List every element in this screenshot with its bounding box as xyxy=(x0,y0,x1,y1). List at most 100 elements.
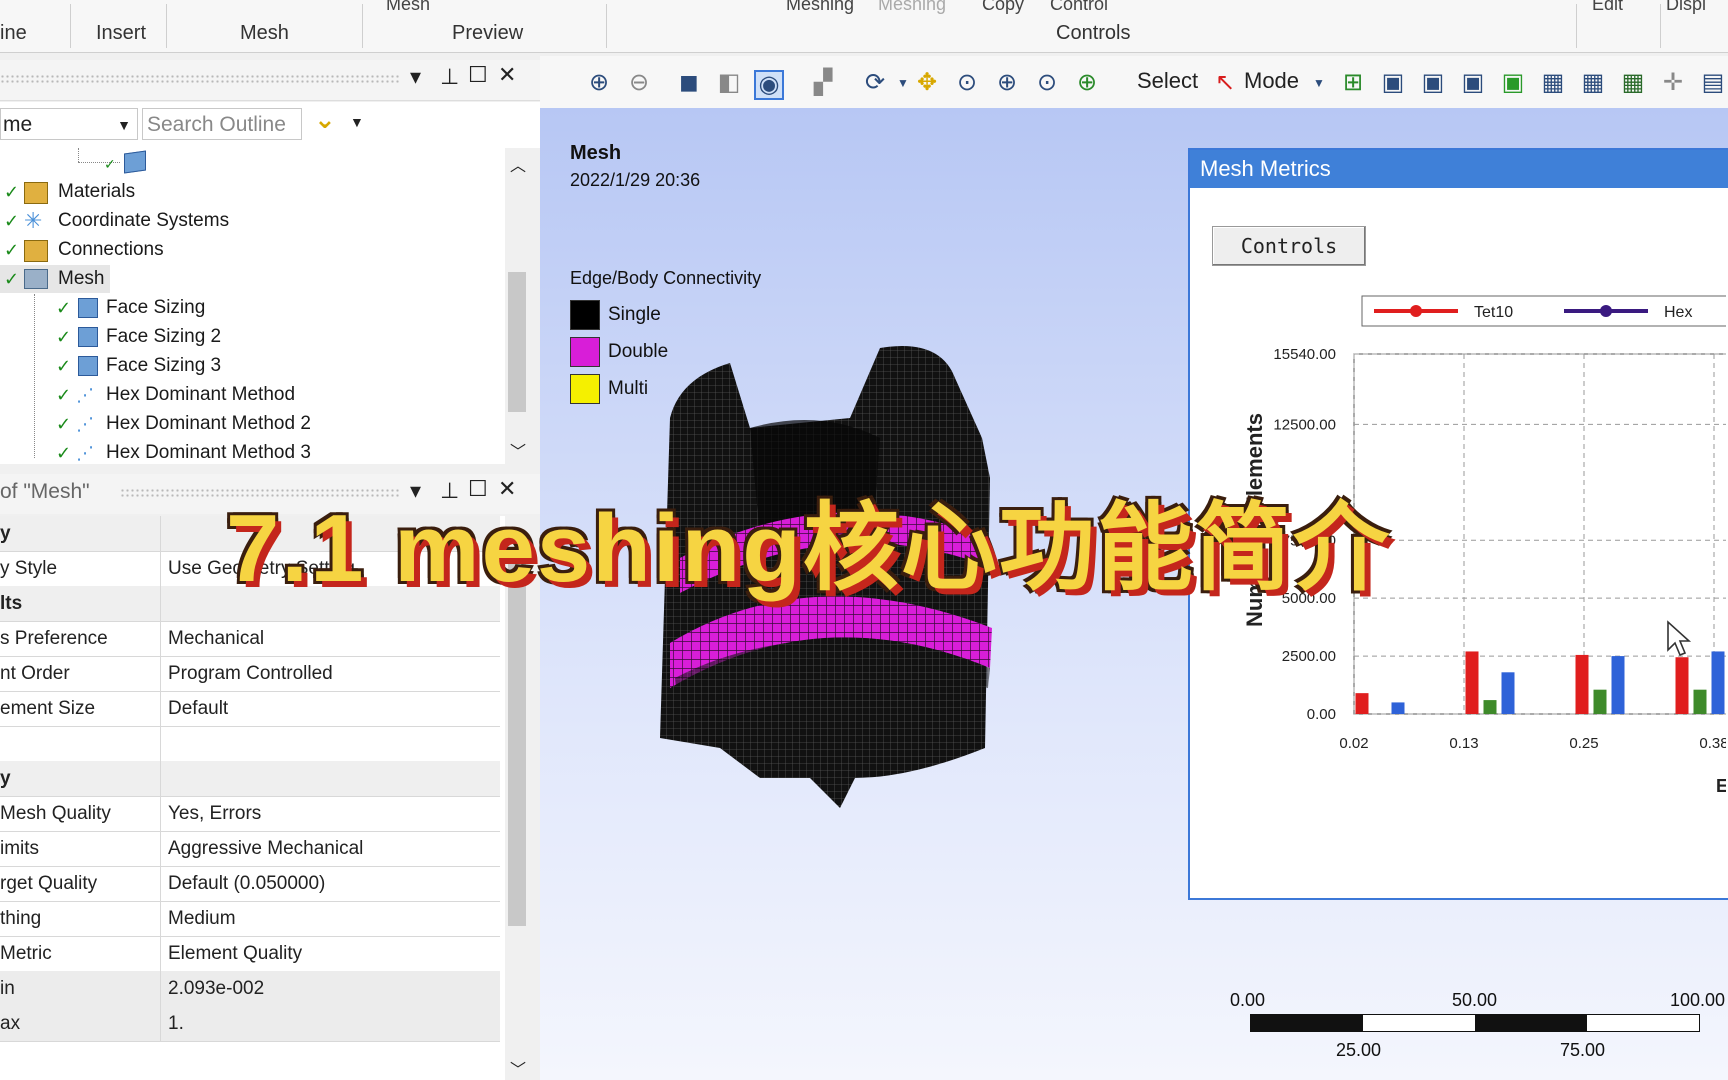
property-value[interactable]: Default xyxy=(168,691,228,726)
details-property-row[interactable]: rget Quality Default (0.050000) xyxy=(0,866,500,902)
close-icon[interactable]: ✕ xyxy=(498,62,516,88)
property-value[interactable]: Aggressive Mechanical xyxy=(168,831,363,866)
ribbon-control-label[interactable]: Control xyxy=(1050,0,1108,15)
connections-folder-icon xyxy=(24,240,48,262)
select-cursor-icon[interactable]: ↖ xyxy=(1212,70,1238,96)
details-property-row[interactable]: ement Size Default xyxy=(0,691,500,727)
controls-button[interactable]: Controls xyxy=(1212,226,1366,266)
search-outline-input[interactable]: Search Outline xyxy=(142,108,302,140)
zoom-fit-icon[interactable]: ⊙ xyxy=(1034,70,1060,96)
property-value[interactable]: Medium xyxy=(168,901,236,936)
dropdown-arrow-icon[interactable]: ▼ xyxy=(350,114,364,130)
y-tick-label: 12500.00 xyxy=(1273,416,1336,433)
select-body-icon[interactable]: ▣ xyxy=(1460,70,1486,96)
property-key: Metric xyxy=(0,936,161,971)
ribbon-group-controls: Controls xyxy=(1056,22,1131,44)
select-edge-icon[interactable]: ▣ xyxy=(1380,70,1406,96)
property-value[interactable]: Mechanical xyxy=(168,621,264,656)
property-key: y xyxy=(0,516,161,551)
dropdown-arrow-icon[interactable]: ▾ xyxy=(410,64,421,90)
dropdown-arrow-icon[interactable]: ▼ xyxy=(1306,70,1332,96)
ribbon-copy-label[interactable]: Copy xyxy=(982,0,1024,15)
scroll-thumb[interactable] xyxy=(508,272,526,412)
bar-red xyxy=(1465,651,1479,714)
details-property-row[interactable]: in 2.093e-002 xyxy=(0,971,500,1007)
select-mesh-icon[interactable]: ▦ xyxy=(1620,70,1646,96)
x-axis-label: E xyxy=(1716,776,1726,796)
property-key: Mesh Quality xyxy=(0,796,161,831)
select-vertex-icon[interactable]: ⊞ xyxy=(1340,70,1366,96)
property-value[interactable]: Element Quality xyxy=(168,936,302,971)
explode-view-icon[interactable]: ▞ xyxy=(810,70,836,96)
scroll-down-icon[interactable]: ﹀ xyxy=(510,438,526,462)
zoom-selection-icon[interactable]: ⊕ xyxy=(1074,70,1100,96)
chevron-down-icon[interactable]: ▼ xyxy=(117,109,131,141)
scroll-up-icon[interactable]: ︿ xyxy=(510,152,526,176)
viewport-title: Mesh xyxy=(570,142,622,164)
zoom-out-icon[interactable]: ⊖ xyxy=(626,70,652,96)
details-property-row[interactable] xyxy=(0,726,500,762)
pin-icon[interactable]: ⊥ xyxy=(440,64,459,90)
zoom-box-icon[interactable]: ⊕ xyxy=(994,70,1020,96)
zoom-in-icon[interactable]: ⊕ xyxy=(586,70,612,96)
extend-selection-icon[interactable]: ▤ xyxy=(1700,70,1726,96)
details-property-row[interactable]: s Preference Mechanical xyxy=(0,621,500,657)
property-value: 2.093e-002 xyxy=(168,978,265,999)
scale-segment xyxy=(1251,1015,1363,1031)
outline-panel-header: ▾ ⊥ ☐ ✕ xyxy=(0,60,540,101)
details-property-row[interactable]: imits Aggressive Mechanical xyxy=(0,831,500,867)
ribbon-meshing-label[interactable]: Meshing xyxy=(786,0,854,15)
details-property-row[interactable]: Metric Element Quality xyxy=(0,936,500,972)
ribbon-edit-label[interactable]: Edit xyxy=(1592,0,1623,15)
scale-label: 50.00 xyxy=(1452,990,1498,1010)
property-value[interactable]: Default (0.050000) xyxy=(168,866,325,901)
ribbon: Mesh Meshing Meshing Copy Control Edit D… xyxy=(0,0,1728,53)
select-face-icon[interactable]: ▣ xyxy=(1420,70,1446,96)
outline-filter-combo[interactable]: me ▼ xyxy=(0,108,138,140)
isometric-view-icon[interactable]: ◼ xyxy=(676,70,702,96)
status-check-icon: ✓ xyxy=(56,298,72,318)
tree-item-mesh[interactable]: ✓ Mesh xyxy=(0,265,110,293)
rotate-icon[interactable]: ⟳ xyxy=(862,70,888,96)
select-element-icon[interactable]: ▦ xyxy=(1540,70,1566,96)
expand-chevron-icon[interactable]: ⌄ xyxy=(314,104,336,135)
select-coordinate-icon[interactable]: ✛ xyxy=(1660,70,1686,96)
tree-scrollbar[interactable]: ︿ ﹀ xyxy=(505,148,529,464)
pan-icon[interactable]: ✥ xyxy=(914,70,940,96)
status-check-icon: ✓ xyxy=(4,211,20,231)
ribbon-separator xyxy=(166,4,167,48)
property-key xyxy=(0,726,161,761)
details-category-row[interactable]: y xyxy=(0,761,500,797)
bar-red xyxy=(1355,693,1369,714)
scale-label: 25.00 xyxy=(1336,1040,1382,1060)
select-node-icon[interactable]: ▣ xyxy=(1500,70,1526,96)
select-button[interactable]: Select xyxy=(1137,68,1198,94)
scroll-down-icon[interactable]: ﹀ xyxy=(510,1056,526,1080)
details-property-row[interactable]: Mesh Quality Yes, Errors xyxy=(0,796,500,832)
property-key: rget Quality xyxy=(0,866,161,901)
panel-grip[interactable] xyxy=(0,74,400,84)
tree-item-label: Face Sizing 2 xyxy=(106,326,222,347)
method-icon: ⋰ xyxy=(76,443,94,463)
mesh-metrics-title: Mesh Metrics xyxy=(1190,150,1728,188)
video-headline: 7.1 meshing核心功能简介 xyxy=(226,495,1391,602)
zoom-icon[interactable]: ⊙ xyxy=(954,70,980,96)
details-property-row[interactable]: nt Order Program Controlled xyxy=(0,656,500,692)
property-key: lts xyxy=(0,586,161,621)
property-value[interactable]: Yes, Errors xyxy=(168,796,261,831)
bar-blue xyxy=(1611,656,1625,714)
maximize-icon[interactable]: ☐ xyxy=(468,62,488,88)
ribbon-display-label[interactable]: Displ xyxy=(1666,0,1706,15)
property-value[interactable]: Program Controlled xyxy=(168,656,333,691)
tree-item-label: Face Sizing 3 xyxy=(106,355,222,376)
select-element-face-icon[interactable]: ▦ xyxy=(1580,70,1606,96)
wireframe-view-icon[interactable]: ◧ xyxy=(716,70,742,96)
ribbon-group-preview: Preview xyxy=(452,22,524,44)
details-title: of "Mesh" xyxy=(0,480,90,503)
display-style-icon[interactable]: ◉ xyxy=(754,70,784,100)
details-property-row[interactable]: ax 1. xyxy=(0,1006,500,1042)
ribbon-separator xyxy=(606,4,607,48)
dropdown-arrow-icon[interactable]: ▼ xyxy=(890,70,916,96)
details-property-row[interactable]: thing Medium xyxy=(0,901,500,937)
select-mode-button[interactable]: Mode xyxy=(1244,68,1299,94)
